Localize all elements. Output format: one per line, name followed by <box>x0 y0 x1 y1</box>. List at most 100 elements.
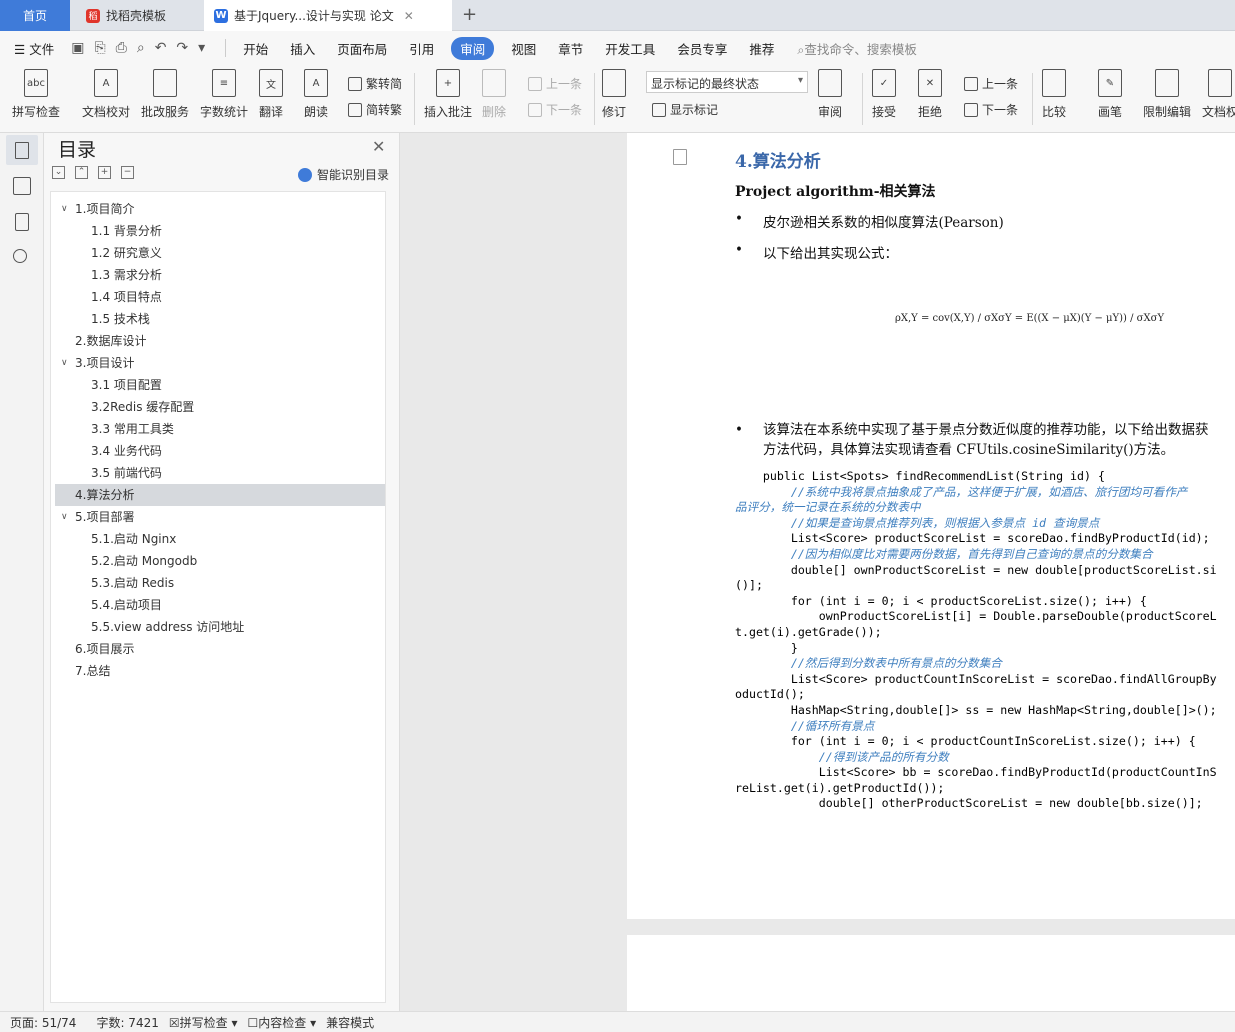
toc-item[interactable]: 2.数据库设计 <box>51 330 385 352</box>
chevron-down-icon[interactable]: ∨ <box>61 506 68 528</box>
spell-check-status[interactable]: ☒拼写检查 ▾ <box>169 1014 238 1031</box>
pen-button[interactable]: ✎画笔 <box>1098 69 1122 120</box>
undo-icon[interactable]: ↶ <box>155 40 167 56</box>
toc-item[interactable]: 3.4 业务代码 <box>51 440 385 462</box>
review-pane-button[interactable]: 审阅 <box>818 69 842 120</box>
menu-reference[interactable]: 引用 <box>409 39 434 58</box>
toc-item[interactable]: 7.总结 <box>51 660 385 682</box>
doc-permission-icon <box>1208 69 1232 97</box>
remove-level-icon[interactable]: − <box>121 166 134 179</box>
toc-item[interactable]: 4.算法分析 <box>55 484 385 506</box>
spell-icon: ☒ <box>169 1016 180 1030</box>
toc-item[interactable]: 3.1 项目配置 <box>51 374 385 396</box>
revise-button[interactable]: 修订 <box>602 69 626 120</box>
menu-devtools[interactable]: 开发工具 <box>605 39 655 58</box>
collapse-all-icon[interactable]: ⌄ <box>52 166 65 179</box>
close-icon[interactable]: ✕ <box>372 137 385 156</box>
menu-review[interactable]: 审阅 <box>451 37 494 60</box>
insert-comment-button[interactable]: +插入批注 <box>424 69 472 120</box>
batch-service-button[interactable]: 批改服务 <box>141 69 189 120</box>
new-tab-icon[interactable]: + <box>462 4 477 25</box>
next-comment-button[interactable]: 下一条 <box>528 101 582 118</box>
menu-layout[interactable]: 页面布局 <box>337 39 387 58</box>
read-aloud-button[interactable]: A朗读 <box>304 69 328 120</box>
tab-home[interactable]: 首页 <box>0 0 70 31</box>
menu-chapter[interactable]: 章节 <box>558 39 583 58</box>
delete-comment-button[interactable]: 删除 <box>482 69 506 120</box>
toc-panel-icon[interactable] <box>6 135 38 165</box>
toc-item[interactable]: 5.5.view address 访问地址 <box>51 616 385 638</box>
translate-button[interactable]: 文翻译 <box>259 69 283 120</box>
prev-comment-button[interactable]: 上一条 <box>528 75 582 92</box>
export-icon[interactable]: ⎘ <box>94 40 105 56</box>
close-tab-icon[interactable]: ✕ <box>404 9 414 23</box>
simp-to-trad-button[interactable]: 简转繁 <box>348 101 402 118</box>
spell-check-button[interactable]: abc拼写检查 <box>12 69 60 120</box>
toc-item[interactable]: 1.5 技术栈 <box>51 308 385 330</box>
doc-permission-button[interactable]: 文档权 <box>1202 69 1235 120</box>
redo-icon[interactable]: ↷ <box>176 40 188 56</box>
proofread-button[interactable]: A文档校对 <box>82 69 130 120</box>
expand-all-icon[interactable]: ⌃ <box>75 166 88 179</box>
t2s-icon <box>348 77 362 91</box>
content-check-status[interactable]: ☐内容检查 ▾ <box>247 1014 316 1031</box>
word-count-button[interactable]: ≡字数统计 <box>200 69 248 120</box>
smart-toc-button[interactable]: 智能识别目录 <box>298 166 389 183</box>
toc-item[interactable]: 1.2 研究意义 <box>51 242 385 264</box>
chevron-down-icon[interactable]: ∨ <box>61 352 68 374</box>
toc-item[interactable]: 1.3 需求分析 <box>51 264 385 286</box>
toc-item[interactable]: 5.3.启动 Redis <box>51 572 385 594</box>
toc-item[interactable]: ∨5.项目部署 <box>51 506 385 528</box>
more-icon[interactable]: ▾ <box>198 40 205 56</box>
file-menu[interactable]: ☰ 文件 <box>14 39 54 58</box>
restrict-edit-button[interactable]: 限制编辑 <box>1143 69 1191 120</box>
code-line: double[] ownProductScoreList = new doubl… <box>735 563 1217 579</box>
bookmark-icon[interactable] <box>15 213 29 231</box>
search-icon[interactable] <box>13 249 27 263</box>
accept-button[interactable]: ✓接受 <box>872 69 896 120</box>
toc-item[interactable]: 1.1 背景分析 <box>51 220 385 242</box>
menu-recommend[interactable]: 推荐 <box>749 39 774 58</box>
spell-check-icon: abc <box>24 69 48 97</box>
next-change-button[interactable]: 下一条 <box>964 101 1018 118</box>
ribbon-review: abc拼写检查 A文档校对 批改服务 ≡字数统计 文翻译 A朗读 繁转简 简转繁… <box>0 65 1235 133</box>
print-icon[interactable]: ⎙ <box>116 40 127 56</box>
prev-change-icon <box>964 77 978 91</box>
proofread-icon: A <box>94 69 118 97</box>
trad-to-simp-button[interactable]: 繁转简 <box>348 75 402 92</box>
toc-item[interactable]: ∨1.项目简介 <box>51 198 385 220</box>
page-indicator[interactable]: 页面: 51/74 <box>10 1014 76 1031</box>
prev-change-button[interactable]: 上一条 <box>964 75 1018 92</box>
toc-item[interactable]: 3.3 常用工具类 <box>51 418 385 440</box>
compare-button[interactable]: 比较 <box>1042 69 1066 120</box>
chevron-down-icon[interactable]: ∨ <box>61 198 68 220</box>
menu-member[interactable]: 会员专享 <box>677 39 727 58</box>
toc-item[interactable]: ∨3.项目设计 <box>51 352 385 374</box>
word-count[interactable]: 字数: 7421 <box>96 1014 158 1031</box>
compat-mode: 兼容模式 <box>326 1014 374 1031</box>
reject-button[interactable]: ✕拒绝 <box>918 69 942 120</box>
save-icon[interactable]: ▣ <box>71 40 84 56</box>
toc-item[interactable]: 5.1.启动 Nginx <box>51 528 385 550</box>
preview-icon[interactable]: ⌕ <box>137 40 145 56</box>
show-markup-button[interactable]: 显示标记 <box>652 101 718 118</box>
menu-view[interactable]: 视图 <box>511 39 536 58</box>
menu-insert[interactable]: 插入 <box>290 39 315 58</box>
command-search[interactable]: ⌕查找命令、搜索模板 <box>797 39 917 58</box>
divider <box>1032 73 1033 125</box>
tab-template[interactable]: 稻找稻壳模板 <box>76 0 200 31</box>
tab-document[interactable]: W基于Jquery...设计与实现 论文✕ <box>204 0 452 31</box>
toc-item[interactable]: 5.2.启动 Mongodb <box>51 550 385 572</box>
toc-item[interactable]: 5.4.启动项目 <box>51 594 385 616</box>
toc-item[interactable]: 3.5 前端代码 <box>51 462 385 484</box>
toc-item[interactable]: 3.2Redis 缓存配置 <box>51 396 385 418</box>
toc-list: ∨1.项目简介1.1 背景分析1.2 研究意义1.3 需求分析1.4 项目特点1… <box>50 191 386 1003</box>
paragraph-handle-icon[interactable] <box>673 149 687 165</box>
code-line: List<Score> productCountInScoreList = sc… <box>735 672 1217 688</box>
nav-icon[interactable] <box>13 177 31 195</box>
toc-item[interactable]: 1.4 项目特点 <box>51 286 385 308</box>
toc-item[interactable]: 6.项目展示 <box>51 638 385 660</box>
markup-state-select[interactable]: 显示标记的最终状态 <box>646 71 808 93</box>
menu-start[interactable]: 开始 <box>243 39 268 58</box>
add-level-icon[interactable]: + <box>98 166 111 179</box>
